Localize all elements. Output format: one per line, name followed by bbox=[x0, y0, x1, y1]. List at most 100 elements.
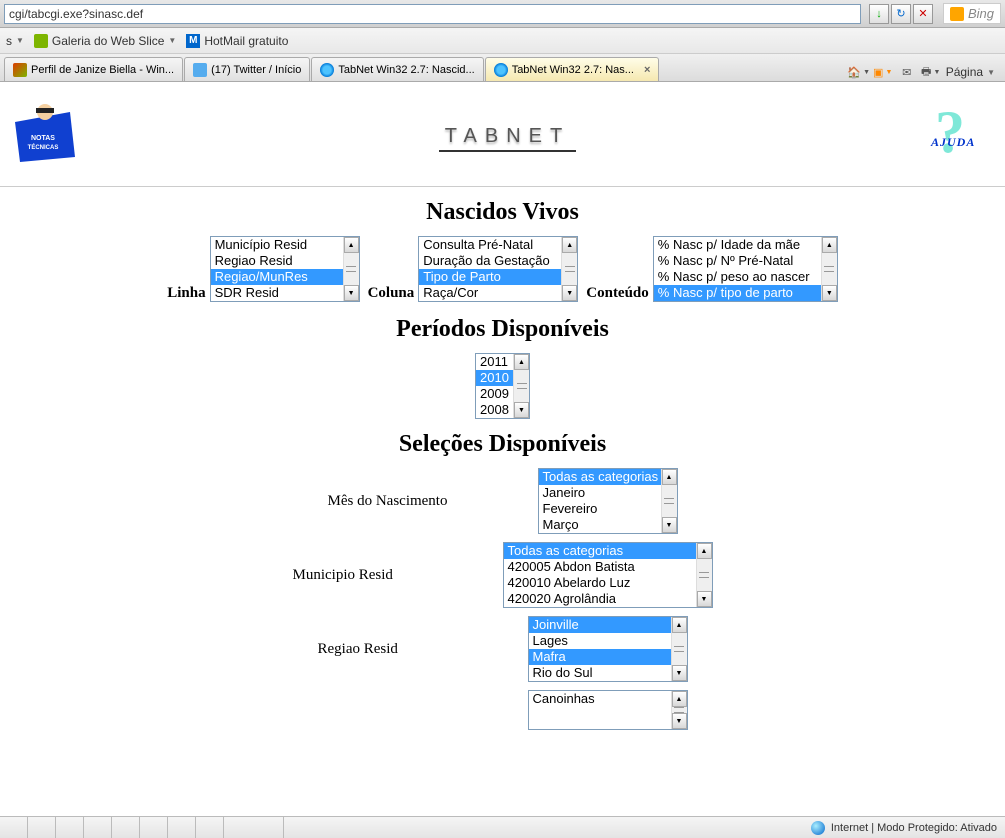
browser-tab[interactable]: (17) Twitter / Início bbox=[184, 57, 310, 81]
bing-icon bbox=[950, 7, 964, 21]
label-linha: Linha bbox=[167, 285, 205, 302]
list-option[interactable]: Todas as categorias bbox=[539, 469, 661, 485]
select-conteudo[interactable]: % Nasc p/ Idade da mãe% Nasc p/ Nº Pré-N… bbox=[653, 236, 838, 302]
list-option[interactable]: % Nasc p/ Idade da mãe bbox=[654, 237, 821, 253]
selection-listbox[interactable]: Todas as categoriasJaneiroFevereiroMarço… bbox=[538, 468, 678, 534]
scroll-up-icon[interactable]: ▲ bbox=[822, 237, 837, 253]
fav-item-slice[interactable]: Galeria do Web Slice▼ bbox=[34, 34, 176, 48]
tabbar-tools: 🏠▼ ▣▼ ✉ 🖶▼ Página▼ bbox=[850, 63, 1001, 81]
list-option[interactable]: 2011 bbox=[476, 354, 513, 370]
list-option[interactable]: Rio do Sul bbox=[529, 665, 671, 681]
selection-listbox[interactable]: JoinvilleLagesMafraRio do Sul▲▼ bbox=[528, 616, 688, 682]
list-option[interactable]: Março bbox=[539, 517, 661, 533]
page-menu[interactable]: Página▼ bbox=[946, 65, 995, 79]
select-linha[interactable]: Município ResidRegiao ResidRegiao/MunRes… bbox=[210, 236, 360, 302]
list-option[interactable]: Raça/Cor bbox=[419, 285, 561, 301]
list-option[interactable]: % Nasc p/ peso ao nascer bbox=[654, 269, 821, 285]
heading-nascidos: Nascidos Vivos bbox=[0, 199, 1005, 226]
refresh-button[interactable]: ↓ bbox=[869, 4, 889, 24]
fav-item-hotmail[interactable]: MHotMail gratuito bbox=[186, 34, 288, 48]
notas-tecnicas-link[interactable]: NOTAS TÉCNICAS bbox=[10, 102, 80, 172]
scroll-up-icon[interactable]: ▲ bbox=[672, 691, 687, 707]
url-input[interactable] bbox=[4, 4, 861, 24]
scroll-down-icon[interactable]: ▼ bbox=[514, 402, 529, 418]
list-option[interactable]: 2009 bbox=[476, 386, 513, 402]
list-option[interactable]: Lages bbox=[529, 633, 671, 649]
feed-icon[interactable]: ▣▼ bbox=[874, 63, 892, 81]
list-option[interactable]: 420020 Agrolândia bbox=[504, 591, 696, 607]
browser-tab[interactable]: TabNet Win32 2.7: Nascid... bbox=[311, 57, 483, 81]
scrollbar[interactable]: ▲▼ bbox=[561, 237, 577, 301]
scrollbar[interactable]: ▲▼ bbox=[661, 469, 677, 533]
heading-periodos: Períodos Disponíveis bbox=[0, 316, 1005, 343]
scroll-up-icon[interactable]: ▲ bbox=[697, 543, 712, 559]
list-option[interactable]: SDR Resid bbox=[211, 285, 343, 301]
scrollbar[interactable]: ▲▼ bbox=[671, 617, 687, 681]
ie-icon bbox=[320, 63, 334, 77]
list-option[interactable]: 2008 bbox=[476, 402, 513, 418]
browser-tab[interactable]: Perfil de Janize Biella - Win... bbox=[4, 57, 183, 81]
list-option[interactable]: Fevereiro bbox=[539, 501, 661, 517]
selection-label: Mês do Nascimento bbox=[328, 493, 508, 510]
home-icon[interactable]: 🏠▼ bbox=[850, 63, 868, 81]
scroll-down-icon[interactable]: ▼ bbox=[662, 517, 677, 533]
selection-listbox[interactable]: Canoinhas▲▼ bbox=[528, 690, 688, 730]
scroll-down-icon[interactable]: ▼ bbox=[344, 285, 359, 301]
list-option[interactable]: Joinville bbox=[529, 617, 671, 633]
ie-icon bbox=[494, 63, 508, 77]
ajuda-link[interactable]: ? AJUDA bbox=[935, 107, 995, 167]
selection-row: Regiao ResidJoinvilleLagesMafraRio do Su… bbox=[0, 616, 1005, 682]
scroll-up-icon[interactable]: ▲ bbox=[514, 354, 529, 370]
status-bar: Internet | Modo Protegido: Ativado bbox=[0, 816, 1005, 838]
list-option[interactable]: 2010 bbox=[476, 370, 513, 386]
select-periodos[interactable]: 2011201020092008▲▼ bbox=[475, 353, 530, 419]
refresh2-button[interactable]: ↻ bbox=[891, 4, 911, 24]
selection-label: Municipio Resid bbox=[293, 567, 473, 584]
search-box[interactable]: Bing bbox=[943, 3, 1001, 24]
list-option[interactable]: Consulta Pré-Natal bbox=[419, 237, 561, 253]
stop-button[interactable]: ✕ bbox=[913, 4, 933, 24]
scroll-up-icon[interactable]: ▲ bbox=[562, 237, 577, 253]
scroll-down-icon[interactable]: ▼ bbox=[822, 285, 837, 301]
scroll-down-icon[interactable]: ▼ bbox=[672, 713, 687, 729]
svg-text:NOTAS: NOTAS bbox=[31, 135, 55, 142]
list-option[interactable]: Município Resid bbox=[211, 237, 343, 253]
globe-icon bbox=[811, 821, 825, 835]
list-option[interactable]: Canoinhas bbox=[529, 691, 671, 707]
scrollbar[interactable]: ▲▼ bbox=[696, 543, 712, 607]
scroll-up-icon[interactable]: ▲ bbox=[672, 617, 687, 633]
browser-tab[interactable]: TabNet Win32 2.7: Nas...× bbox=[485, 57, 660, 81]
list-option[interactable]: 420010 Abelardo Luz bbox=[504, 575, 696, 591]
scrollbar[interactable]: ▲▼ bbox=[513, 354, 529, 418]
tab-close-icon[interactable]: × bbox=[644, 64, 650, 76]
print-icon[interactable]: 🖶▼ bbox=[922, 63, 940, 81]
scrollbar[interactable]: ▲▼ bbox=[671, 691, 687, 729]
scroll-up-icon[interactable]: ▲ bbox=[662, 469, 677, 485]
favorites-bar: s▼ Galeria do Web Slice▼ MHotMail gratui… bbox=[0, 28, 1005, 54]
list-option[interactable]: % Nasc p/ tipo de parto bbox=[654, 285, 821, 301]
tab-label: TabNet Win32 2.7: Nascid... bbox=[338, 64, 474, 76]
page-content: NOTAS TÉCNICAS TABNET ? AJUDA Nascidos V… bbox=[0, 82, 1005, 816]
select-coluna[interactable]: Consulta Pré-NatalDuração da GestaçãoTip… bbox=[418, 236, 578, 302]
heading-selecoes: Seleções Disponíveis bbox=[0, 431, 1005, 458]
list-option[interactable]: Duração da Gestação bbox=[419, 253, 561, 269]
list-option[interactable]: Regiao Resid bbox=[211, 253, 343, 269]
list-option[interactable]: Mafra bbox=[529, 649, 671, 665]
tabnet-logo: TABNET bbox=[80, 123, 935, 152]
scroll-down-icon[interactable]: ▼ bbox=[672, 665, 687, 681]
fav-item-1[interactable]: s▼ bbox=[6, 34, 24, 48]
scrollbar[interactable]: ▲▼ bbox=[821, 237, 837, 301]
tab-label: (17) Twitter / Início bbox=[211, 64, 301, 76]
scroll-up-icon[interactable]: ▲ bbox=[344, 237, 359, 253]
scroll-down-icon[interactable]: ▼ bbox=[697, 591, 712, 607]
mail-icon[interactable]: ✉ bbox=[898, 63, 916, 81]
list-option[interactable]: Todas as categorias bbox=[504, 543, 696, 559]
list-option[interactable]: % Nasc p/ Nº Pré-Natal bbox=[654, 253, 821, 269]
list-option[interactable]: 420005 Abdon Batista bbox=[504, 559, 696, 575]
selection-listbox[interactable]: Todas as categorias420005 Abdon Batista4… bbox=[503, 542, 713, 608]
list-option[interactable]: Regiao/MunRes bbox=[211, 269, 343, 285]
scrollbar[interactable]: ▲▼ bbox=[343, 237, 359, 301]
list-option[interactable]: Janeiro bbox=[539, 485, 661, 501]
scroll-down-icon[interactable]: ▼ bbox=[562, 285, 577, 301]
list-option[interactable]: Tipo de Parto bbox=[419, 269, 561, 285]
